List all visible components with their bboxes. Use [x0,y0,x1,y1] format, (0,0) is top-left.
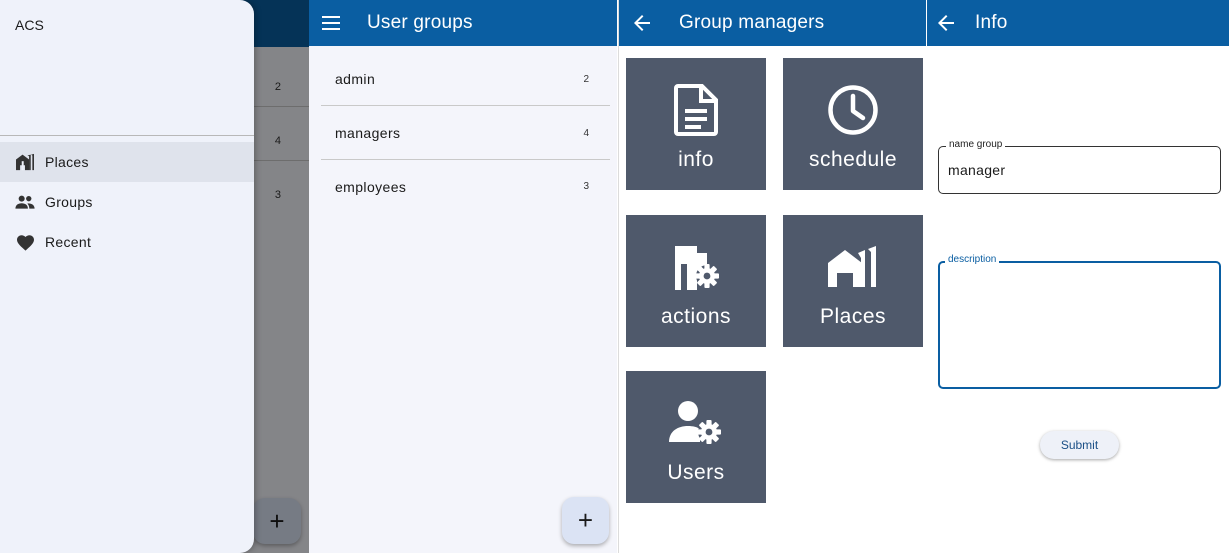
group-name: managers [335,125,401,141]
groups-icon [15,192,35,212]
group-name: employees [335,178,407,195]
places-icon [15,152,35,172]
heart-icon [15,232,35,252]
group-row-managers[interactable]: managers 4 [321,107,610,160]
tile-places[interactable]: Places [783,215,923,347]
tile-label: schedule [808,148,898,171]
name-group-value: manager [948,162,1006,178]
page-title: User groups [367,12,473,33]
submit-button[interactable]: Submit [1040,431,1119,459]
tile-label: info [678,148,714,171]
clock-icon [827,82,879,138]
add-group-button[interactable]: + [562,497,609,544]
tile-info[interactable]: info [626,58,766,190]
group-member-count: 2 [583,73,589,85]
page-title: Group managers [679,12,825,33]
tile-label: Users [667,461,725,484]
screen-group-info: Info name group manager description Subm… [927,0,1229,553]
tile-schedule[interactable]: schedule [783,58,923,190]
tile-actions[interactable]: actions [626,215,766,347]
name-group-field[interactable]: name group manager [938,139,1221,194]
group-name: admin [335,71,376,87]
drawer-item-places[interactable]: Places [0,142,254,182]
screen-group-managers: Group managers info schedule actions Pla [618,0,926,553]
navigation-drawer: ACS Places Groups Recent [0,0,254,553]
drawer-item-recent[interactable]: Recent [0,222,254,262]
group-member-count: 3 [583,181,589,192]
back-arrow-icon[interactable] [927,0,965,46]
drawer-item-label: Recent [45,234,92,250]
user-gear-icon [669,395,723,451]
back-arrow-icon[interactable] [619,0,665,46]
name-group-label: name group [946,139,1006,150]
plus-icon: + [577,505,594,535]
app-bar: Group managers [619,0,926,46]
tile-users[interactable]: Users [626,371,766,503]
app-bar: User groups [309,0,617,46]
app-bar: Info [927,0,1229,46]
drawer-item-label: Groups [45,194,93,210]
drawer-item-label: Places [45,154,89,170]
tile-label: Places [819,305,887,328]
drawer-title: ACS [15,17,44,33]
group-row-admin[interactable]: admin 2 [321,53,610,106]
description-field[interactable]: description [938,254,1221,389]
screens-collage: 2 4 3 + ACS Places Groups Recent User gr… [0,0,1229,553]
description-label: description [945,254,1000,265]
group-member-count: 4 [583,127,589,139]
page-title: Info [975,12,1008,33]
drawer-item-groups[interactable]: Groups [0,182,254,222]
drawer-divider [0,135,254,136]
group-row-employees[interactable]: employees 3 [321,160,610,213]
menu-icon[interactable] [309,0,355,46]
tile-label: actions [660,305,732,328]
document-icon [674,82,718,138]
screen-navigation-drawer: 2 4 3 + ACS Places Groups Recent [0,0,309,553]
screen-user-groups: User groups admin 2 managers 4 employees… [309,0,617,553]
building-gear-icon [669,239,723,295]
places-icon [827,239,879,295]
